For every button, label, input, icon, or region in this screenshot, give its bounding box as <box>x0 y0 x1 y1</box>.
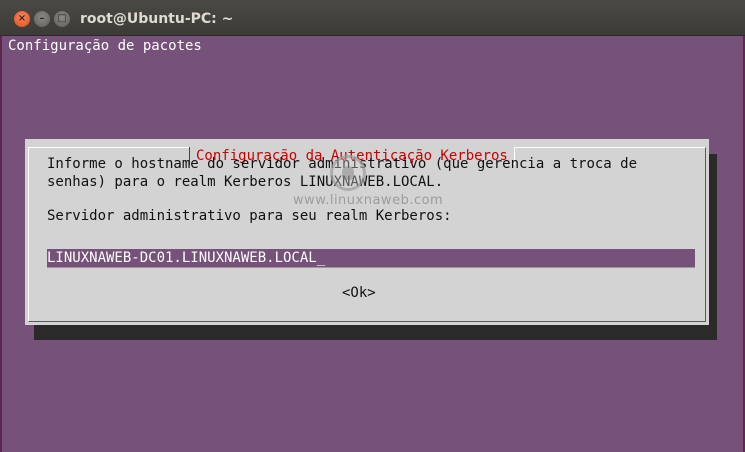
maximize-icon: □ <box>57 13 67 24</box>
ok-button[interactable]: <Ok> <box>342 284 376 302</box>
input-underline <box>47 267 695 268</box>
maximize-button[interactable]: □ <box>54 11 70 27</box>
window-title: root@Ubuntu-PC: ~ <box>80 11 234 27</box>
close-button[interactable]: × <box>14 11 30 27</box>
dialog-frame: Configuração da Autenticação Kerberos In… <box>28 147 706 322</box>
dialog-prompt: Servidor administrativo para seu realm K… <box>47 208 452 224</box>
minimize-icon: – <box>39 13 45 24</box>
watermark-text: www.linuxnaweb.com <box>293 193 444 208</box>
minimize-button[interactable]: – <box>34 11 50 27</box>
kerberos-dialog: Configuração da Autenticação Kerberos In… <box>25 139 709 325</box>
admin-server-input[interactable]: LINUXNAWEB-DC01.LINUXNAWEB.LOCAL_ <box>47 249 695 267</box>
package-config-header: Configuração de pacotes <box>8 38 202 54</box>
close-icon: × <box>17 13 27 24</box>
watermark-logo-icon <box>330 155 366 191</box>
dialog-description-line-2: senhas) para o realm Kerberos LINUXNAWEB… <box>47 174 444 190</box>
title-bar[interactable]: × – □ root@Ubuntu-PC: ~ <box>0 0 745 36</box>
terminal-window: × – □ root@Ubuntu-PC: ~ Configuração de … <box>0 0 745 452</box>
